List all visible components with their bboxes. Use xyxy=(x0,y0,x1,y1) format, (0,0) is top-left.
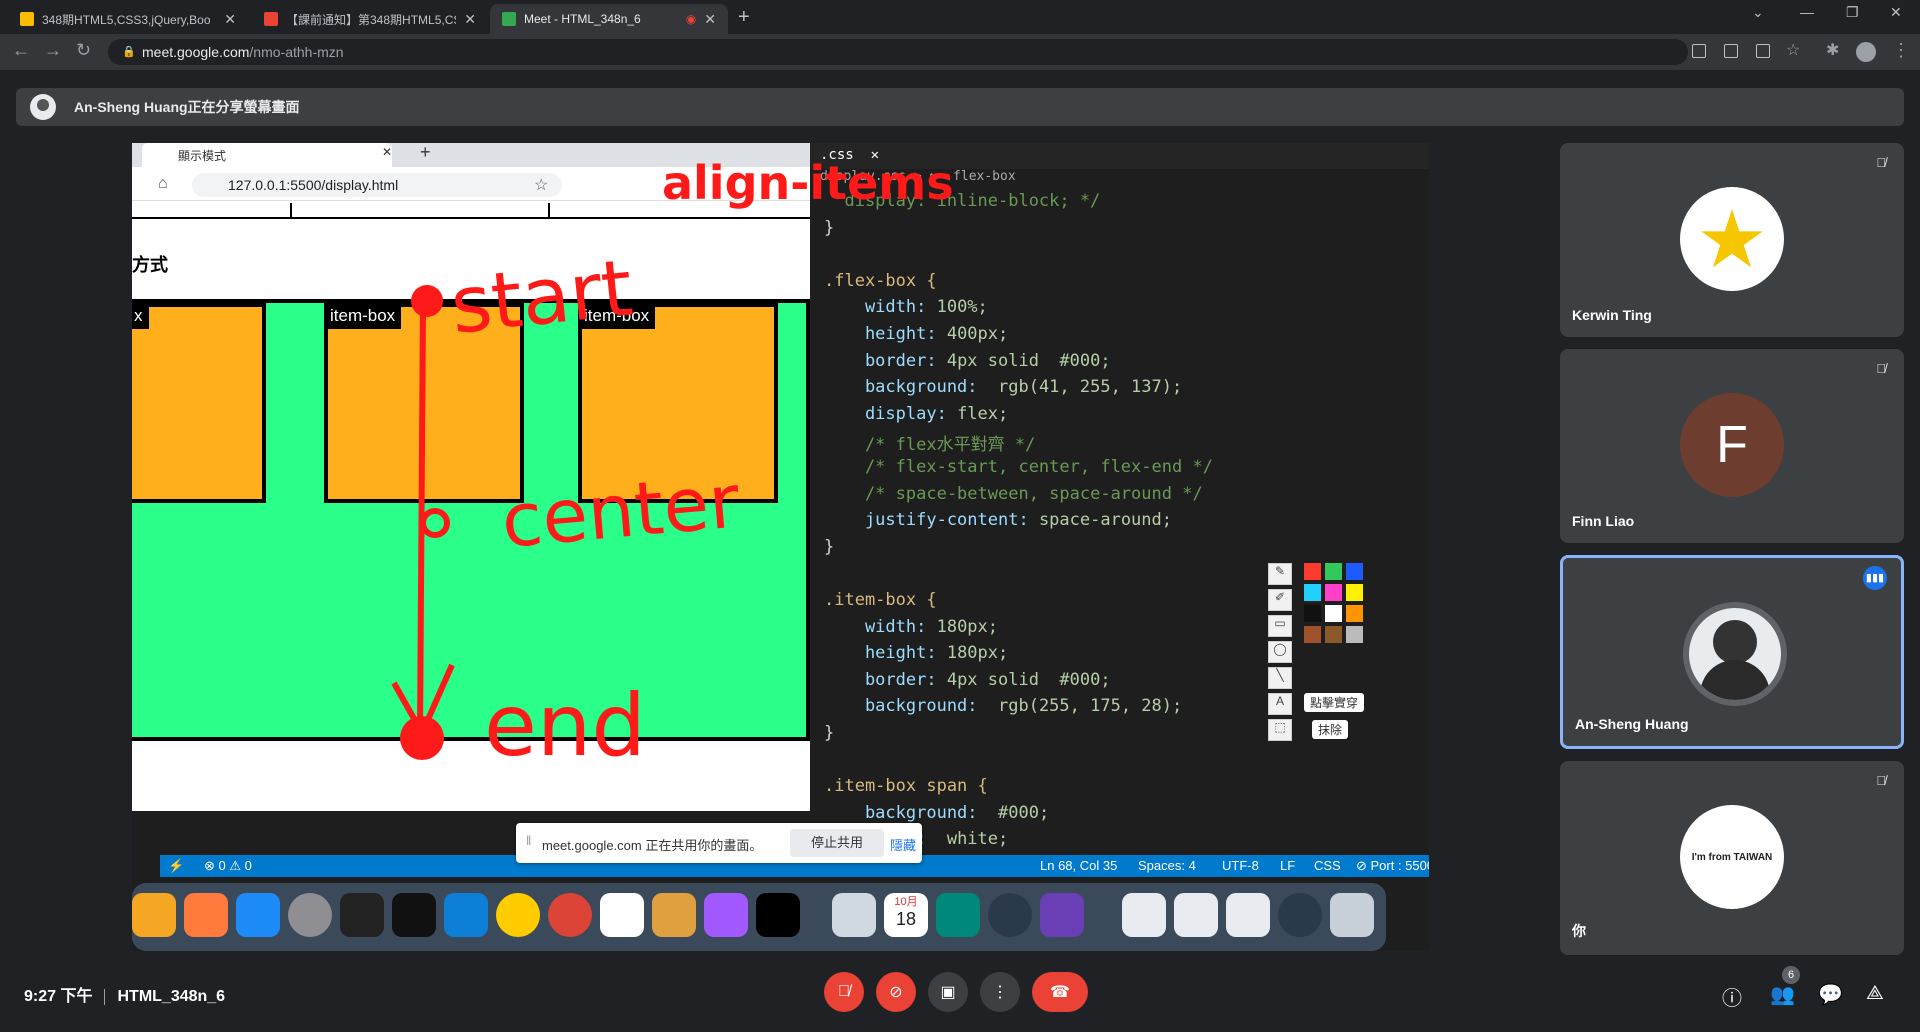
annotation-start: start xyxy=(447,243,637,351)
restore-icon[interactable]: ❐ xyxy=(1846,4,1859,21)
tab-search-icon[interactable]: ⌄ xyxy=(1752,4,1764,21)
speaking-indicator-icon: ▮▮▮ xyxy=(1863,566,1887,590)
presenting-text: An-Sheng Huang正在分享螢幕畫面 xyxy=(74,99,300,115)
mic-off-button[interactable]: 🎙̸ xyxy=(824,972,864,1012)
more-options-button[interactable]: ⋮ xyxy=(980,972,1020,1012)
meeting-time: 9:27 下午 xyxy=(24,988,93,1005)
presenter-avatar xyxy=(30,94,56,120)
participant-tile[interactable]: 🎙̸ I'm from TAIWAN 你 xyxy=(1560,761,1904,955)
start-dot xyxy=(411,285,443,317)
participant-name: Kerwin Ting xyxy=(1572,307,1652,323)
annotation-ink: align-items start center end xyxy=(391,156,954,776)
chat-icon[interactable]: 💬 xyxy=(1818,982,1843,1007)
browser-tab-1[interactable]: 348期HTML5,CSS3,jQuery,Boo ✕ xyxy=(8,4,248,34)
participant-name: Finn Liao xyxy=(1572,513,1635,529)
presenting-banner: An-Sheng Huang正在分享螢幕畫面 xyxy=(16,88,1904,126)
camera-off-button[interactable]: ⊘ xyxy=(876,972,916,1012)
cast-icon[interactable] xyxy=(1724,44,1738,58)
activities-icon[interactable]: ⟁ xyxy=(1866,982,1884,1005)
close-tab-icon[interactable]: ✕ xyxy=(704,11,716,28)
meet-icon xyxy=(502,12,516,26)
star-avatar-icon: ★ xyxy=(1680,187,1784,291)
close-window-icon[interactable]: ✕ xyxy=(1890,4,1902,21)
participant-tile[interactable]: 🎙̸ F Finn Liao xyxy=(1560,349,1904,543)
annotation-end: end xyxy=(484,676,646,776)
meeting-info: 9:27 下午 HTML_348n_6 xyxy=(24,982,225,1006)
browser-tab-2[interactable]: 【課前通知】第348期HTML5,CS ✕ xyxy=(252,4,488,34)
photo-avatar xyxy=(1683,602,1787,706)
participant-name: An-Sheng Huang xyxy=(1575,716,1689,732)
axis-arrow xyxy=(417,302,426,734)
center-dot xyxy=(420,508,450,538)
meeting-code: HTML_348n_6 xyxy=(117,988,226,1005)
browser-toolbar: ← → ↻ 🔒 meet.google.com/nmo-athh-mzn ☆ ✱… xyxy=(0,34,1920,70)
tab-strip: 348期HTML5,CSS3,jQuery,Boo ✕ 【課前通知】第348期H… xyxy=(0,0,1920,34)
end-call-button[interactable]: ☎ xyxy=(1032,972,1088,1012)
forward-icon[interactable]: → xyxy=(44,40,62,61)
people-count-badge: 6 xyxy=(1782,966,1800,984)
participant-tile[interactable]: 🎙̸ ★ Kerwin Ting xyxy=(1560,143,1904,337)
mic-off-icon: 🎙̸ xyxy=(1876,361,1886,376)
initial-avatar: F xyxy=(1680,393,1784,497)
new-tab-button[interactable]: + xyxy=(738,6,750,29)
mic-off-icon: 🎙̸ xyxy=(1876,773,1886,788)
annotation-align-items: align-items xyxy=(662,156,954,210)
end-dot xyxy=(400,716,444,760)
people-icon[interactable]: 👥 xyxy=(1770,982,1795,1007)
close-tab-icon[interactable]: ✕ xyxy=(224,11,236,28)
back-icon[interactable]: ← xyxy=(12,40,30,61)
present-button[interactable]: ▣ xyxy=(928,972,968,1012)
url-path: /nmo-athh-mzn xyxy=(249,44,344,60)
gmail-icon xyxy=(264,12,278,26)
shared-screen: 顯示模式 ✕ + ⌂ 127.0.0.1:5500/display.html ☆… xyxy=(132,143,1429,951)
camera-icon[interactable] xyxy=(1692,44,1706,58)
lock-icon: 🔒 xyxy=(122,46,136,58)
close-tab-icon[interactable]: ✕ xyxy=(464,11,476,28)
tab-title: Meet - HTML_348n_6 xyxy=(524,12,641,26)
recording-icon: ◉ xyxy=(685,12,697,26)
participant-name: 你 xyxy=(1572,923,1586,939)
meeting-controls-bar: 9:27 下午 HTML_348n_6 🎙̸ ⊘ ▣ ⋮ ☎ ⓘ 👥 6 💬 ⟁ xyxy=(0,960,1920,1032)
menu-icon[interactable]: ⋮ xyxy=(1892,40,1910,61)
bookmark-star-icon[interactable]: ☆ xyxy=(1786,40,1800,60)
tab-title: 【課前通知】第348期HTML5,CS xyxy=(286,12,457,27)
browser-tab-meet[interactable]: Meet - HTML_348n_6 ◉ ✕ xyxy=(490,4,728,34)
profile-avatar[interactable] xyxy=(1856,42,1876,62)
address-bar[interactable]: 🔒 meet.google.com/nmo-athh-mzn xyxy=(108,39,1688,65)
reload-icon[interactable]: ↻ xyxy=(76,40,91,61)
participant-tile-active[interactable]: ▮▮▮ An-Sheng Huang xyxy=(1560,555,1904,749)
qr-icon[interactable] xyxy=(1756,44,1770,58)
sticker-avatar: I'm from TAIWAN xyxy=(1680,805,1784,909)
extensions-icon[interactable]: ✱ xyxy=(1826,40,1839,60)
drive-icon xyxy=(20,12,34,26)
info-icon[interactable]: ⓘ xyxy=(1722,982,1742,1011)
url-domain: meet.google.com xyxy=(142,44,250,60)
minimize-icon[interactable]: — xyxy=(1800,4,1814,20)
mic-off-icon: 🎙̸ xyxy=(1876,155,1886,170)
annotation-center: center xyxy=(498,458,743,564)
tab-title: 348期HTML5,CSS3,jQuery,Boo xyxy=(42,12,211,27)
